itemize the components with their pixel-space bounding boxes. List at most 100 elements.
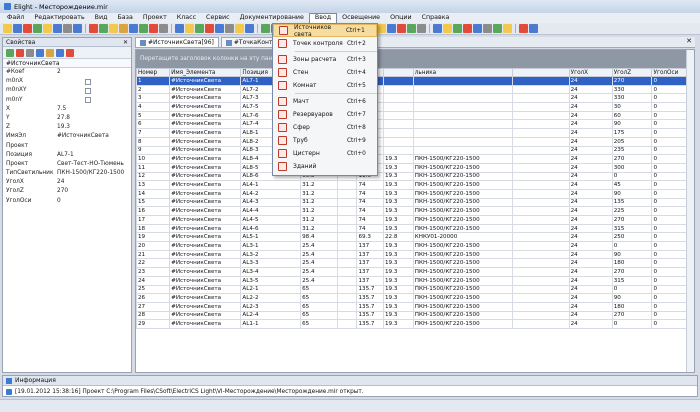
table-cell[interactable] (512, 241, 570, 251)
toolbar-button-icon[interactable] (175, 24, 184, 33)
table-cell[interactable] (512, 206, 570, 216)
table-cell[interactable] (512, 171, 570, 182)
property-value[interactable]: ПКН-1500/КГ220-1500 (57, 169, 131, 178)
table-cell[interactable]: AL4-4 (240, 206, 302, 216)
table-cell[interactable]: 24 (568, 188, 613, 199)
toolbar-button-icon[interactable] (235, 24, 244, 33)
table-cell[interactable]: 25 (135, 284, 171, 295)
table-cell[interactable]: 137 (356, 241, 384, 251)
table-cell[interactable] (512, 223, 570, 234)
toolbar-button-icon[interactable] (261, 24, 270, 33)
table-row[interactable]: 22 #ИсточникСвета AL3-3 25.4 137 19.3 ПКН-1500… (135, 258, 694, 269)
table-cell[interactable] (512, 258, 570, 269)
property-value[interactable]: 27.8 (57, 114, 131, 123)
property-row[interactable]: УголZ 270 (3, 187, 131, 196)
table-cell[interactable] (512, 232, 570, 243)
table-row[interactable]: 11#ИсточникСветаAL8-566.811.619.3ПКН-150… (135, 162, 694, 173)
table-cell[interactable]: 24 (568, 76, 613, 86)
table-cell[interactable] (412, 145, 514, 156)
table-cell[interactable]: 19.3 (382, 188, 414, 199)
filter-icon[interactable] (46, 48, 54, 57)
table-cell[interactable]: 11 (135, 162, 171, 173)
table-cell[interactable]: ПКН-1500/КГ220-1500 (412, 197, 514, 208)
toolbar-button-icon[interactable] (23, 24, 32, 33)
table-cell[interactable]: 25.4 (300, 275, 338, 286)
table-cell[interactable] (512, 84, 570, 95)
table-cell[interactable]: 137 (356, 267, 384, 277)
table-cell[interactable]: #ИсточникСвета (169, 197, 242, 208)
table-cell[interactable]: 0 (611, 284, 653, 295)
table-cell[interactable] (512, 128, 570, 138)
table-cell[interactable]: #ИсточникСвета (169, 110, 242, 121)
table-cell[interactable]: 28 (135, 310, 171, 321)
table-cell[interactable] (336, 188, 358, 199)
property-value[interactable]: 7.5 (57, 105, 131, 114)
property-value[interactable]: 0 (57, 197, 131, 206)
table-cell[interactable]: AL4-2 (240, 188, 302, 199)
table-cell[interactable]: #ИсточникСвета (169, 267, 242, 277)
table-cell[interactable]: ПКН-1500/КГ220-1500 (412, 180, 514, 190)
table-cell[interactable]: 98.4 (300, 232, 338, 243)
table-cell[interactable] (412, 110, 514, 121)
table-cell[interactable]: 31.2 (300, 180, 338, 190)
table-cell[interactable]: 90 (611, 188, 653, 199)
menu-item-4[interactable]: Проект (138, 13, 172, 23)
sort-icon[interactable] (56, 48, 64, 57)
table-cell[interactable]: 2 (135, 84, 171, 95)
menu-item-11[interactable]: Справка (417, 13, 455, 23)
column-header[interactable] (382, 68, 414, 77)
table-row[interactable]: 10#ИсточникСветаAL8-466.811.619.3ПКН-150… (135, 154, 694, 164)
table-cell[interactable] (336, 223, 358, 234)
menu-item-3[interactable]: База (112, 13, 137, 23)
table-cell[interactable]: 315 (611, 275, 653, 286)
table-cell[interactable]: 180 (611, 301, 653, 312)
table-cell[interactable] (512, 267, 570, 277)
toolbar-button-icon[interactable] (63, 24, 72, 33)
menu-item-0[interactable]: Файл (2, 13, 29, 23)
toolbar-button-icon[interactable] (215, 24, 224, 33)
table-cell[interactable] (412, 128, 514, 138)
property-checkbox[interactable] (85, 78, 91, 85)
table-cell[interactable]: 135 (611, 197, 653, 208)
table-cell[interactable]: #ИсточникСвета (169, 102, 242, 112)
toolbar-button-icon[interactable] (493, 24, 502, 33)
table-cell[interactable]: ПКН-1500/КГ220-1500 (412, 154, 514, 164)
table-cell[interactable] (512, 136, 570, 147)
close-icon[interactable]: ✕ (123, 39, 128, 46)
toolbar-button-icon[interactable] (483, 24, 492, 33)
toolbar-button-icon[interactable] (387, 24, 396, 33)
table-cell[interactable]: 24 (568, 232, 613, 243)
toolbar-button-icon[interactable] (529, 24, 538, 33)
table-cell[interactable]: 24 (568, 258, 613, 269)
table-cell[interactable]: 69.3 (356, 232, 384, 243)
table-cell[interactable]: 31.2 (300, 197, 338, 208)
table-cell[interactable]: #ИсточникСвета (169, 310, 242, 321)
dropdown-item-5[interactable]: Комнат Ctrl+5 (273, 79, 377, 92)
property-value[interactable]: Свет-Тест-НО-Тюмень (57, 160, 131, 169)
table-cell[interactable]: 250 (611, 232, 653, 243)
table-cell[interactable]: 19.3 (382, 215, 414, 225)
table-cell[interactable]: 205 (611, 136, 653, 147)
table-cell[interactable] (336, 275, 358, 286)
menu-item-5[interactable]: Класс (172, 13, 201, 23)
table-cell[interactable]: ПКН-1500/КГ220-1500 (412, 223, 514, 234)
table-cell[interactable]: 24 (568, 223, 613, 234)
table-cell[interactable] (512, 249, 570, 260)
toolbar-button-icon[interactable] (33, 24, 42, 33)
table-cell[interactable]: AL1-1 (240, 319, 302, 329)
dropdown-item-10[interactable]: Труб Ctrl+9 (273, 134, 377, 147)
table-row[interactable]: 13 #ИсточникСвета AL4-1 31.2 74 19.3 ПКН-1500/… (135, 180, 694, 190)
toolbar-button-icon[interactable] (443, 24, 452, 33)
table-cell[interactable]: 19.3 (382, 301, 414, 312)
toolbar-button-icon[interactable] (519, 24, 528, 33)
toolbar-button-icon[interactable] (433, 24, 442, 33)
table-cell[interactable] (512, 162, 570, 173)
property-row[interactable]: Проект Свет-Тест-НО-Тюмень (3, 160, 131, 169)
toolbar-button-icon[interactable] (473, 24, 482, 33)
table-cell[interactable]: 24 (568, 197, 613, 208)
table-cell[interactable]: 27 (135, 301, 171, 312)
table-cell[interactable]: #ИсточникСвета (169, 93, 242, 104)
table-cell[interactable]: #ИсточникСвета (169, 293, 242, 303)
toolbar-button-icon[interactable] (407, 24, 416, 33)
table-row[interactable]: 15 #ИсточникСвета AL4-3 31.2 74 19.3 ПКН-1500/… (135, 197, 694, 208)
